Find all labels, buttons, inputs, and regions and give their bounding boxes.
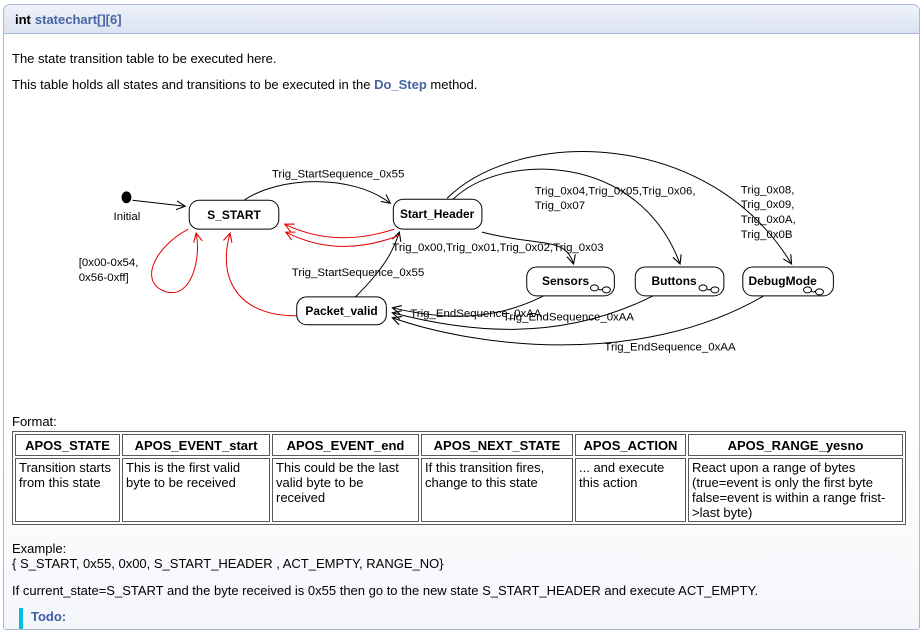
edge-packet-valid-to-s-start: [226, 233, 296, 316]
table-body-cell: ... and execute this action: [575, 458, 686, 522]
member-doc-body: The state transition table to be execute…: [4, 51, 919, 630]
table-body-cell: Transition starts from this state: [15, 458, 120, 522]
todo-text: Update the diagram: [69, 627, 914, 630]
edge-label: Trig_0x09,: [741, 199, 795, 211]
table-header-cell: APOS_EVENT_end: [272, 434, 419, 456]
format-label: Format:: [12, 414, 914, 429]
edge-label: Trig_0x0B: [741, 229, 793, 241]
table-header-cell: APOS_EVENT_start: [122, 434, 270, 456]
table-header-row: APOS_STATE APOS_EVENT_start APOS_EVENT_e…: [15, 434, 903, 456]
state-sensors-label: Sensors: [542, 274, 589, 288]
example-explanation: If current_state=S_START and the byte re…: [12, 583, 914, 598]
table-body-cell: If this transition fires, change to this…: [421, 458, 573, 522]
initial-state-label: Initial: [114, 211, 141, 223]
do-step-link[interactable]: Do_Step: [374, 77, 427, 92]
edge-label: 0x56-0xff]: [79, 272, 129, 284]
table-header-cell: APOS_RANGE_yesno: [688, 434, 903, 456]
format-table: APOS_STATE APOS_EVENT_start APOS_EVENT_e…: [12, 431, 906, 525]
edge-label: Trig_0x0A,: [741, 214, 796, 226]
edge-label: Trig_EndSequence_0xAA: [604, 342, 736, 354]
edge-start-header-to-s-start-2: [286, 232, 401, 246]
edge-label: Trig_StartSequence_0x55: [272, 168, 404, 180]
initial-state-dot: [122, 191, 132, 203]
table-header-cell: APOS_ACTION: [575, 434, 686, 456]
detail-text-after: method.: [427, 77, 478, 92]
statechart-diagram: Initial S_START Start_Header Sensors But…: [9, 130, 920, 396]
detailed-description: This table holds all states and transiti…: [9, 77, 914, 93]
state-buttons-label: Buttons: [652, 274, 697, 288]
brief-description: The state transition table to be execute…: [9, 51, 914, 67]
table-header-cell: APOS_NEXT_STATE: [421, 434, 573, 456]
edge-label: Trig_StartSequence_0x55: [292, 267, 424, 279]
edge-label: Trig_EndSequence_0xAA: [503, 312, 635, 324]
member-prototype-bar: int statechart[][6]: [4, 5, 919, 34]
example-label: Example:: [12, 541, 914, 556]
edge-label: Trig_0x04,Trig_0x05,Trig_0x06,: [535, 185, 696, 197]
todo-block: Todo: Update the diagram: [19, 608, 914, 630]
state-s-start-label: S_START: [207, 208, 261, 222]
edge-label: Trig_0x07: [535, 200, 585, 212]
example-code: { S_START, 0x55, 0x00, S_START_HEADER , …: [12, 556, 914, 571]
edge-start-header-to-s-start-1: [285, 224, 395, 238]
detail-text-before: This table holds all states and transiti…: [12, 77, 374, 92]
table-body-cell: This is the first valid byte to be recei…: [122, 458, 270, 522]
edge-s-start-self-loop: [152, 229, 198, 292]
edge-label: Trig_0x08,: [741, 184, 795, 196]
edge-initial-to-s-start: [132, 200, 185, 206]
member-documentation-panel: int statechart[][6] The state transition…: [3, 4, 920, 630]
state-packet-valid-label: Packet_valid: [305, 304, 377, 318]
member-type: int: [15, 12, 31, 27]
edge-label: Trig_0x00,Trig_0x01,Trig_0x02,Trig_0x03: [392, 242, 603, 254]
table-body-cell: React upon a range of bytes (true=event …: [688, 458, 903, 522]
table-body-cell: This could be the last valid byte to be …: [272, 458, 419, 522]
state-start-header-label: Start_Header: [400, 207, 475, 221]
table-header-cell: APOS_STATE: [15, 434, 120, 456]
table-body-row: Transition starts from this state This i…: [15, 458, 903, 522]
edge-label: [0x00-0x54,: [79, 257, 139, 269]
member-name: statechart[][6]: [35, 12, 122, 27]
state-debugmode-label: DebugMode: [748, 274, 817, 288]
todo-label: Todo:: [31, 609, 914, 624]
